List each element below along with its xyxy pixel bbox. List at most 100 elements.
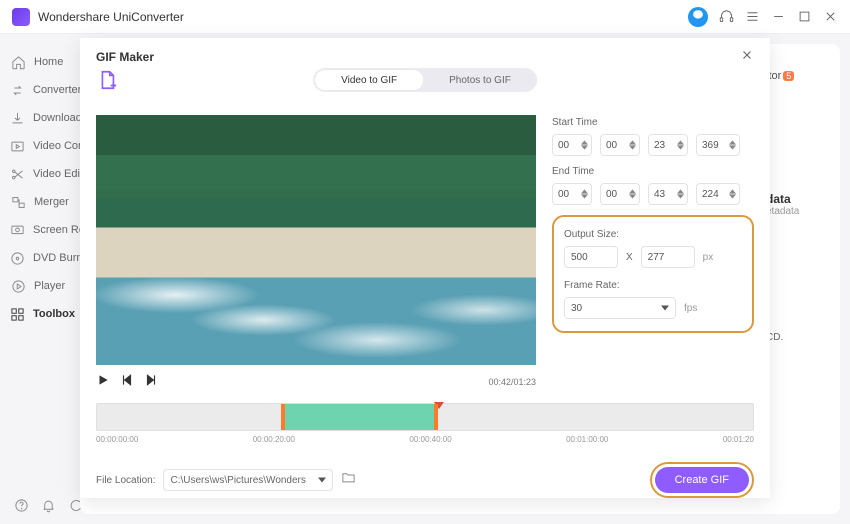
time-display: 00:42/01:23: [488, 377, 536, 387]
tab-video-to-gif[interactable]: Video to GIF: [315, 70, 423, 90]
sidebar-item-merger[interactable]: Merger: [0, 188, 80, 216]
sidebar-item-video-compressor[interactable]: Video Compressor: [0, 132, 80, 160]
start-ms-input[interactable]: 369: [696, 134, 740, 156]
tick-label: 00:00:00:00: [96, 435, 138, 444]
file-location-label: File Location:: [96, 475, 155, 486]
converter-icon: [10, 82, 25, 98]
sidebar: Home Converter Downloader Video Compress…: [0, 34, 80, 492]
sidebar-item-home[interactable]: Home: [0, 48, 80, 76]
modal-title: GIF Maker: [96, 50, 154, 64]
spinner-arrows-icon[interactable]: [629, 140, 636, 150]
help-icon[interactable]: [14, 498, 29, 518]
start-time-label: Start Time: [552, 117, 754, 128]
end-seconds-input[interactable]: 43: [648, 183, 688, 205]
sidebar-item-video-editor[interactable]: Video Editor: [0, 160, 80, 188]
add-file-icon[interactable]: [96, 69, 116, 89]
output-size-label: Output Size:: [564, 229, 742, 240]
sidebar-item-label: DVD Burner: [33, 252, 80, 264]
height-input[interactable]: [641, 246, 695, 268]
end-ms-input[interactable]: 224: [696, 183, 740, 205]
create-gif-highlight: Create GIF: [650, 462, 754, 498]
sidebar-item-label: Converter: [33, 84, 80, 96]
bell-icon[interactable]: [41, 498, 56, 518]
sidebar-item-converter[interactable]: Converter: [0, 76, 80, 104]
timeline-selection[interactable]: [281, 404, 438, 430]
x-separator: X: [626, 252, 633, 263]
record-icon: [10, 222, 25, 238]
sidebar-item-label: Video Editor: [33, 168, 80, 180]
end-minutes-input[interactable]: 00: [600, 183, 640, 205]
open-folder-icon[interactable]: [341, 470, 356, 490]
sidebar-item-screen-recorder[interactable]: Screen Recorder: [0, 216, 80, 244]
end-hours-input[interactable]: 00: [552, 183, 592, 205]
tick-label: 00:00:20:00: [253, 435, 295, 444]
play-button[interactable]: [96, 373, 110, 392]
background-right-panel: itor5 data etadata CD.: [766, 70, 826, 343]
sidebar-item-label: Screen Recorder: [33, 224, 80, 236]
bg-text-etadata: etadata: [766, 206, 826, 217]
headset-icon[interactable]: [718, 9, 734, 25]
spinner-arrows-icon[interactable]: [677, 189, 684, 199]
output-settings-group: Output Size: X px Frame Rate: 30 fps: [552, 215, 754, 333]
frame-rate-select[interactable]: 30: [564, 297, 676, 319]
title-bar: Wondershare UniConverter: [0, 0, 850, 34]
prev-frame-button[interactable]: [120, 373, 134, 392]
timeline-track[interactable]: [96, 403, 754, 431]
compress-icon: [10, 138, 25, 154]
sidebar-item-dvd-burner[interactable]: DVD Burner: [0, 244, 80, 272]
spinner-arrows-icon[interactable]: [581, 189, 588, 199]
frame-rate-label: Frame Rate:: [564, 280, 742, 291]
disc-icon: [10, 250, 25, 266]
tick-label: 00:01:00:00: [566, 435, 608, 444]
sidebar-item-label: Player: [34, 280, 65, 292]
tab-photos-to-gif[interactable]: Photos to GIF: [423, 68, 537, 92]
spinner-arrows-icon[interactable]: [729, 140, 736, 150]
tick-label: 00:00:40:00: [409, 435, 451, 444]
toolbox-icon: [10, 306, 25, 322]
start-hours-input[interactable]: 00: [552, 134, 592, 156]
sidebar-item-label: Downloader: [33, 112, 80, 124]
sidebar-item-label: Merger: [34, 196, 69, 208]
tick-label: 00:01:20: [723, 435, 754, 444]
sidebar-item-label: Home: [34, 56, 63, 68]
hamburger-icon[interactable]: [744, 9, 760, 25]
gif-maker-modal: GIF Maker Video to GIF Photos to GIF 00:…: [80, 38, 770, 498]
user-avatar-icon[interactable]: [688, 7, 708, 27]
mode-segmented-control: Video to GIF Photos to GIF: [313, 68, 537, 92]
timeline-ticks: 00:00:00:00 00:00:20:00 00:00:40:00 00:0…: [96, 435, 754, 444]
bg-text-data: data: [766, 192, 826, 206]
end-time-label: End Time: [552, 166, 754, 177]
scissors-icon: [10, 166, 25, 182]
start-minutes-input[interactable]: 00: [600, 134, 640, 156]
width-input[interactable]: [564, 246, 618, 268]
start-seconds-input[interactable]: 23: [648, 134, 688, 156]
fps-unit: fps: [684, 303, 697, 314]
home-icon: [10, 54, 26, 70]
close-window-icon[interactable]: [822, 9, 838, 25]
px-unit: px: [703, 252, 714, 263]
tab-label: Video to GIF: [341, 75, 397, 86]
video-preview: [96, 115, 536, 365]
sidebar-item-toolbox[interactable]: Toolbox: [0, 300, 80, 328]
minimize-icon[interactable]: [770, 9, 786, 25]
next-frame-button[interactable]: [144, 373, 158, 392]
file-location-select[interactable]: C:\Users\ws\Pictures\Wonders: [163, 469, 333, 491]
bg-text-cd: CD.: [766, 332, 826, 343]
create-gif-button[interactable]: Create GIF: [655, 467, 749, 493]
sidebar-item-label: Toolbox: [33, 308, 75, 320]
spinner-arrows-icon[interactable]: [629, 189, 636, 199]
bottom-bar: [0, 492, 80, 524]
close-icon[interactable]: [740, 48, 754, 65]
tab-label: Photos to GIF: [449, 75, 511, 86]
spinner-arrows-icon[interactable]: [581, 140, 588, 150]
maximize-icon[interactable]: [796, 9, 812, 25]
sidebar-item-downloader[interactable]: Downloader: [0, 104, 80, 132]
play-icon: [10, 278, 26, 294]
merger-icon: [10, 194, 26, 210]
app-title: Wondershare UniConverter: [38, 10, 688, 24]
badge-count: 5: [783, 71, 794, 81]
sidebar-item-player[interactable]: Player: [0, 272, 80, 300]
download-icon: [10, 110, 25, 126]
spinner-arrows-icon[interactable]: [677, 140, 684, 150]
spinner-arrows-icon[interactable]: [729, 189, 736, 199]
